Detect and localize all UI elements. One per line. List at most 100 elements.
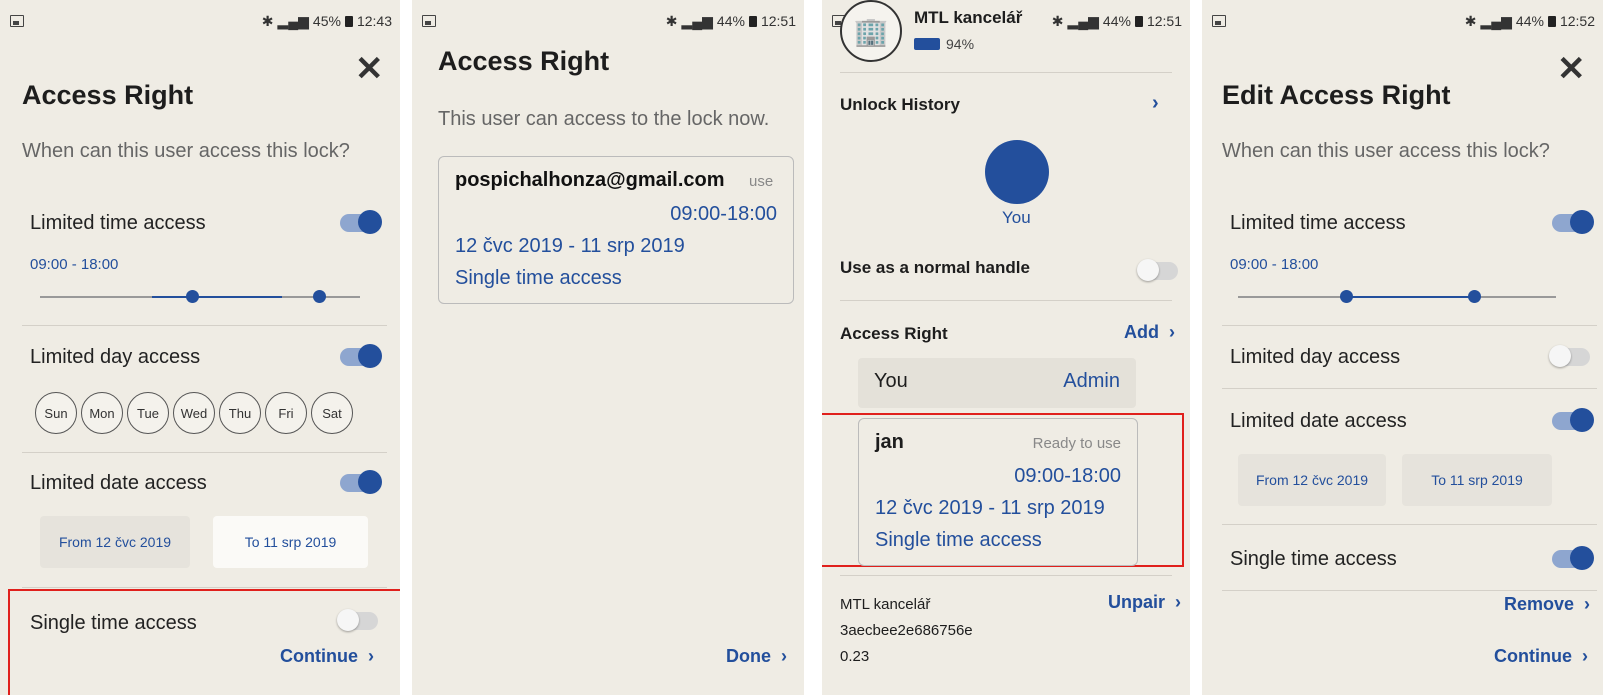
normal-handle-label: Use as a normal handle (840, 258, 1030, 277)
close-icon[interactable]: ✕ (1557, 52, 1586, 86)
highlight-box (8, 589, 400, 695)
limited-date-toggle[interactable] (1552, 408, 1594, 432)
avatar-label: You (1002, 208, 1031, 227)
signal-icon: ▂▄▆ (1067, 12, 1099, 29)
signal-icon: ▂▄▆ (277, 12, 309, 29)
page-title: Access Right (22, 80, 194, 110)
continue-button[interactable]: Continue › (1494, 646, 1588, 667)
battery-percent: 44% (716, 13, 745, 29)
normal-handle-toggle[interactable] (1137, 259, 1178, 281)
done-button[interactable]: Done › (726, 646, 787, 667)
page-title: Access Right (438, 46, 610, 76)
firmware-version: 0.23 (840, 648, 870, 665)
status-bar: ✱ ▂▄▆ 44% 12:51 (422, 10, 796, 32)
time-range-slider[interactable] (40, 290, 360, 303)
date-from-button[interactable]: From 12 čvc 2019 (1238, 454, 1386, 506)
single-time-toggle[interactable] (337, 609, 378, 631)
card-type: Single time access (455, 267, 622, 289)
date-to-button[interactable]: To 11 srp 2019 (213, 516, 368, 568)
slider-start-handle[interactable] (186, 290, 199, 303)
battery-icon (1547, 15, 1556, 27)
building-icon: 🏢 (840, 0, 902, 62)
chevron-right-icon: › (1170, 592, 1182, 612)
chevron-right-icon[interactable]: › (1152, 92, 1159, 115)
card-dates: 12 čvc 2019 - 11 srp 2019 (875, 497, 1105, 519)
limited-day-toggle[interactable] (340, 344, 382, 368)
avatar (985, 140, 1049, 204)
limited-time-label: Limited time access (30, 212, 206, 234)
image-notification-icon (422, 15, 436, 27)
limited-time-toggle[interactable] (1552, 210, 1594, 234)
chevron-right-icon: › (776, 646, 788, 666)
chevron-right-icon: › (1577, 646, 1589, 666)
limited-date-label: Limited date access (30, 472, 207, 494)
continue-button[interactable]: Continue › (280, 646, 374, 667)
access-right-heading: Access Right (840, 324, 948, 343)
battery-icon (1134, 15, 1143, 27)
access-card[interactable]: jan Ready to use 09:00-18:00 12 čvc 2019… (858, 418, 1138, 566)
battery-icon (344, 15, 353, 27)
lock-name: MTL kancelář (914, 8, 1023, 27)
limited-date-toggle[interactable] (340, 470, 382, 494)
chevron-right-icon: › (1164, 322, 1176, 342)
unpair-button[interactable]: Unpair › (1108, 592, 1181, 613)
slider-end-handle[interactable] (313, 290, 326, 303)
lock-battery-percent: 94% (946, 36, 975, 52)
card-status: Ready to use (1032, 435, 1121, 452)
battery-percent: 45% (312, 13, 341, 29)
screen-access-confirmation: ✱ ▂▄▆ 44% 12:51 Access Right This user c… (412, 0, 804, 695)
screen-edit-access-right: ✱ ▂▄▆ 44% 12:52 ✕ Edit Access Right When… (1202, 0, 1603, 695)
limited-day-toggle[interactable] (1549, 345, 1590, 367)
single-time-label: Single time access (30, 612, 197, 634)
unpair-label: Unpair (1108, 592, 1166, 612)
date-from-button[interactable]: From 12 čvc 2019 (40, 516, 190, 568)
signal-icon: ▂▄▆ (1480, 12, 1512, 29)
add-label: Add (1124, 322, 1159, 342)
day-sat[interactable]: Sat (311, 392, 353, 434)
limited-day-label: Limited day access (1230, 346, 1401, 368)
admin-row-user: You (874, 370, 908, 392)
bluetooth-icon: ✱ (665, 12, 678, 29)
image-notification-icon (10, 15, 24, 27)
page-subtitle: When can this user access this lock? (22, 140, 350, 162)
card-dates: 12 čvc 2019 - 11 srp 2019 (455, 235, 685, 257)
day-selector: Sun Mon Tue Wed Thu Fri Sat (35, 392, 353, 434)
add-button[interactable]: Add › (1124, 322, 1175, 343)
unlock-history-link[interactable]: Unlock History (840, 95, 960, 115)
battery-percent: 44% (1102, 13, 1131, 29)
clock: 12:51 (760, 13, 796, 29)
time-range-text: 09:00 - 18:00 (30, 256, 119, 273)
page-title: Edit Access Right (1222, 80, 1451, 110)
continue-label: Continue (280, 646, 358, 666)
date-to-button[interactable]: To 11 srp 2019 (1402, 454, 1552, 506)
day-tue[interactable]: Tue (127, 392, 169, 434)
clock: 12:51 (1146, 13, 1182, 29)
bluetooth-icon: ✱ (1051, 12, 1064, 29)
chevron-right-icon: › (363, 646, 375, 666)
day-sun[interactable]: Sun (35, 392, 77, 434)
card-type: Single time access (875, 529, 1042, 551)
limited-time-toggle[interactable] (340, 210, 382, 234)
day-thu[interactable]: Thu (219, 392, 261, 434)
battery-percent: 44% (1515, 13, 1544, 29)
time-range-slider[interactable] (1238, 290, 1556, 303)
card-time: 09:00-18:00 (1014, 465, 1121, 487)
page-subtitle: When can this user access this lock? (1222, 140, 1550, 162)
lock-battery: 94% (914, 36, 974, 52)
screen-access-right: ✱ ▂▄▆ 45% 12:43 ✕ Access Right When can … (0, 0, 400, 695)
card-status: use (749, 173, 774, 190)
admin-row[interactable]: You Admin (858, 358, 1136, 408)
access-card[interactable]: pospichalhonza@gmail.com use 09:00-18:00… (438, 156, 794, 304)
card-time: 09:00-18:00 (670, 203, 777, 225)
single-time-toggle[interactable] (1552, 546, 1594, 570)
status-bar: ✱ ▂▄▆ 45% 12:43 (10, 10, 392, 32)
remove-button[interactable]: Remove › (1504, 594, 1590, 615)
slider-end-handle[interactable] (1468, 290, 1481, 303)
day-wed[interactable]: Wed (173, 392, 215, 434)
day-mon[interactable]: Mon (81, 392, 123, 434)
time-range-text: 09:00 - 18:00 (1230, 256, 1319, 273)
day-fri[interactable]: Fri (265, 392, 307, 434)
device-name: MTL kancelář (840, 596, 931, 613)
close-icon[interactable]: ✕ (355, 52, 384, 86)
slider-start-handle[interactable] (1340, 290, 1353, 303)
